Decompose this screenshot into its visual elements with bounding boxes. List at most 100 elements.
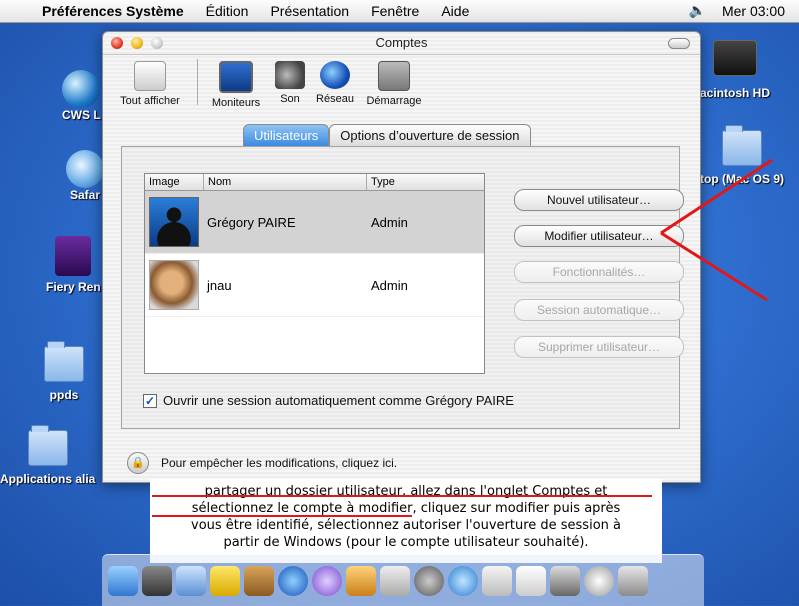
itunes-icon[interactable] [312,565,342,596]
textedit-icon[interactable] [380,565,410,596]
annotation-underline [152,495,652,497]
lock-icon[interactable]: 🔒 [127,452,149,474]
minimize-button[interactable] [131,37,143,49]
finder-icon[interactable] [108,565,138,596]
toolbar-label: Démarrage [366,95,422,107]
tab-login-options[interactable]: Options d’ouverture de session [329,124,531,146]
user-type: Admin [371,277,408,293]
toolbar-network[interactable]: Réseau [315,61,355,105]
network-globe-icon [320,61,350,89]
column-header-name[interactable]: Nom [204,174,367,190]
desktop-icon-label: Fiery Ren [46,280,101,294]
auto-login-label: Ouvrir une session automatiquement comme… [163,393,514,408]
delete-user-button[interactable]: Supprimer utilisateur… [514,336,684,358]
window-title: Comptes [375,35,428,50]
fiery-app-icon [55,236,92,276]
system-preferences-icon[interactable] [482,565,512,596]
menu-window[interactable]: Fenêtre [360,3,430,19]
menu-view[interactable]: Présentation [259,3,360,19]
tab-users[interactable]: Utilisateurs [243,124,330,146]
folder-icon [27,425,68,466]
cat-avatar [149,260,199,310]
speaker-icon [275,61,305,89]
user-type: Admin [371,214,408,230]
desktop-icon-hd[interactable]: acintosh HD [700,40,770,100]
toolbar-label: Son [280,93,300,105]
monitor-icon [219,61,253,93]
user-silhouette-avatar [149,197,199,247]
internet-explorer-icon[interactable] [278,565,308,596]
arrow-stroke [660,231,768,302]
column-header-image[interactable]: Image [145,174,204,190]
printer-icon[interactable] [550,565,580,596]
tools-icon[interactable] [142,565,172,596]
network-share-icon[interactable] [584,565,614,596]
desktop-icon-label: ppds [49,388,79,402]
instruction-callout: partager un dossier utilisateur, allez d… [150,479,662,563]
folder-icon [44,341,84,382]
desktop-folder-ppds[interactable]: ppds [44,341,84,402]
arrow-stroke [660,158,773,235]
list-header: Image Nom Type [145,174,484,191]
callout-line: vous être identifié, sélectionnez autori… [191,518,621,533]
toolbar-label: Moniteurs [211,97,261,109]
toolbar-startup[interactable]: Démarrage [361,61,427,107]
accounts-window: Comptes Tout afficher Moniteurs Son Rése… [102,31,701,483]
hard-disk-icon [713,40,757,76]
window-titlebar[interactable]: Comptes [103,32,700,55]
quicktime-icon[interactable] [448,565,478,596]
auto-login-checkbox[interactable]: ✓ [143,393,157,408]
menu-clock[interactable]: Mer 03:00 [722,3,785,19]
mail-icon[interactable] [176,565,206,596]
iphoto-icon[interactable] [346,565,376,596]
document-icon[interactable] [516,565,546,596]
user-name: jnau [207,277,232,293]
menu-edit[interactable]: Édition [195,3,260,19]
zoom-button[interactable] [151,37,163,49]
user-name: Grégory PAIRE [207,214,296,230]
globe-icon [62,70,101,108]
toolbar-toggle-button[interactable] [668,38,690,49]
toolbar: Tout afficher Moniteurs Son Réseau Démar… [103,55,700,111]
callout-line: partir de Windows (pour le compte utilis… [223,535,589,550]
menu-app-name[interactable]: Préférences Système [36,3,195,19]
menu-bar: Préférences Système Édition Présentation… [0,0,799,23]
apple-pref-icon [134,61,166,91]
toolbar-displays[interactable]: Moniteurs [207,61,265,109]
dock [102,554,704,606]
ichat-icon[interactable] [210,565,240,596]
user-row[interactable]: jnau Admin [145,254,484,317]
tab-bar: Utilisateurs Options d’ouverture de sess… [243,124,531,146]
compass-icon [66,150,104,188]
auto-login-option: ✓ Ouvrir une session automatiquement com… [143,393,514,408]
startup-disk-icon [378,61,410,91]
annotation-arrow [660,158,773,302]
user-row[interactable]: Grégory PAIRE Admin [145,191,484,254]
users-panel: Image Nom Type Grégory PAIRE Admin jnau … [121,146,684,429]
trash-icon[interactable] [618,565,648,596]
toolbar-divider [197,59,198,105]
desktop-icon-fiery[interactable]: Fiery Ren [46,236,101,294]
desktop-folder-applications[interactable]: Applications alia [0,425,96,486]
toolbar-label: Réseau [316,93,354,105]
desktop-icon-cws[interactable]: CWS L [62,70,101,122]
desktop-icon-label: Applications alia [0,472,96,486]
users-list[interactable]: Image Nom Type Grégory PAIRE Admin jnau … [144,173,485,374]
desktop-icon-safari[interactable]: Safar [66,150,104,202]
annotation-underline [152,515,412,517]
sherlock-icon[interactable] [414,565,444,596]
address-book-icon[interactable] [244,565,274,596]
toolbar-sound[interactable]: Son [273,61,307,105]
desktop-icon-label: Safar [69,188,101,202]
lock-label: Pour empêcher les modifications, cliquez… [161,456,398,470]
volume-icon[interactable]: 🔈 [689,2,706,19]
menu-help[interactable]: Aide [430,3,480,19]
desktop-icon-label: acintosh HD [700,86,771,100]
desktop-icon-label: CWS L [62,108,101,122]
column-header-type[interactable]: Type [367,174,484,190]
show-all-label: Tout afficher [120,95,180,107]
callout-line: partager un dossier utilisateur, allez d… [204,484,608,499]
lock-row: 🔒 Pour empêcher les modifications, cliqu… [127,452,397,474]
close-button[interactable] [111,37,123,49]
show-all-button[interactable]: Tout afficher [113,61,187,107]
